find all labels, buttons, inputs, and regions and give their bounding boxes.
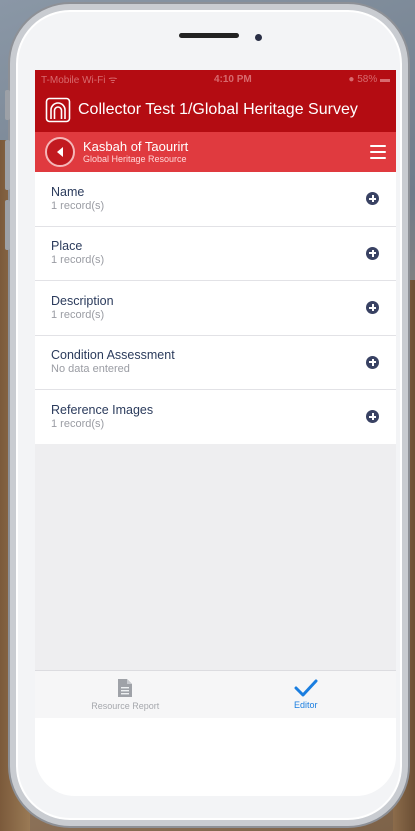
phone-chin — [35, 718, 396, 796]
add-icon[interactable] — [366, 355, 379, 369]
status-bar: T-Mobile Wi-Fi ᯤ 4:10 PM ● 58% ▬ — [35, 70, 396, 88]
card-title: Reference Images — [51, 402, 154, 417]
card-status: 1 record(s) — [51, 254, 105, 267]
tab-editor[interactable]: Editor — [216, 671, 397, 718]
carrier-label: T-Mobile Wi-Fi ᯤ — [41, 75, 118, 86]
card-title: Condition Assessment — [51, 348, 175, 363]
add-icon[interactable] — [366, 301, 379, 315]
tab-resource-report[interactable]: Resource Report — [35, 671, 216, 718]
card-item-reference-images[interactable]: Reference Images 1 record(s) — [35, 390, 396, 445]
card-item-name[interactable]: Name 1 record(s) — [35, 172, 396, 227]
volume-down-button — [5, 200, 10, 250]
earpiece-speaker — [179, 33, 239, 38]
record-title: Kasbah of Taourirt — [83, 139, 189, 154]
card-status: 1 record(s) — [51, 308, 105, 321]
card-title: Name — [51, 184, 85, 199]
arches-logo-icon — [45, 97, 71, 123]
card-title: Place — [51, 239, 83, 254]
record-bar: Kasbah of Taourirt Global Heritage Resou… — [35, 132, 396, 172]
tab-label-editor: Editor — [293, 700, 318, 710]
tab-label-resource-report: Resource Report — [91, 701, 160, 711]
add-icon[interactable] — [366, 192, 379, 206]
app-header: Collector Test 1/Global Heritage Survey — [35, 88, 396, 132]
card-title: Description — [51, 293, 114, 308]
card-item-description[interactable]: Description 1 record(s) — [35, 281, 396, 336]
app-title: Collector Test 1/Global Heritage Survey — [78, 101, 358, 118]
add-icon[interactable] — [366, 410, 379, 424]
card-status: 1 record(s) — [51, 417, 105, 430]
card-item-place[interactable]: Place 1 record(s) — [35, 227, 396, 281]
document-icon — [118, 679, 133, 697]
battery-indicator: ● 58% ▬ — [348, 73, 390, 85]
clock: 4:10 PM — [213, 73, 252, 85]
add-icon[interactable] — [366, 246, 379, 260]
bottom-tab-bar: Resource Report Editor — [35, 670, 396, 718]
card-list: Name 1 record(s) Place 1 record(s) Descr… — [35, 172, 396, 445]
app-screen: T-Mobile Wi-Fi ᯤ 4:10 PM ● 58% ▬ Collect… — [35, 70, 396, 718]
back-arrow-icon — [57, 147, 63, 157]
checkmark-icon — [294, 679, 318, 697]
card-item-condition-assessment[interactable]: Condition Assessment No data entered — [35, 336, 396, 390]
card-status: 1 record(s) — [51, 199, 105, 212]
record-subtitle: Global Heritage Resource — [83, 154, 187, 164]
volume-up-button — [5, 140, 10, 190]
front-camera — [255, 34, 262, 41]
mute-switch — [5, 90, 10, 120]
card-status: No data entered — [51, 363, 130, 376]
back-button[interactable] — [45, 137, 75, 167]
hamburger-menu-icon[interactable] — [370, 145, 386, 159]
